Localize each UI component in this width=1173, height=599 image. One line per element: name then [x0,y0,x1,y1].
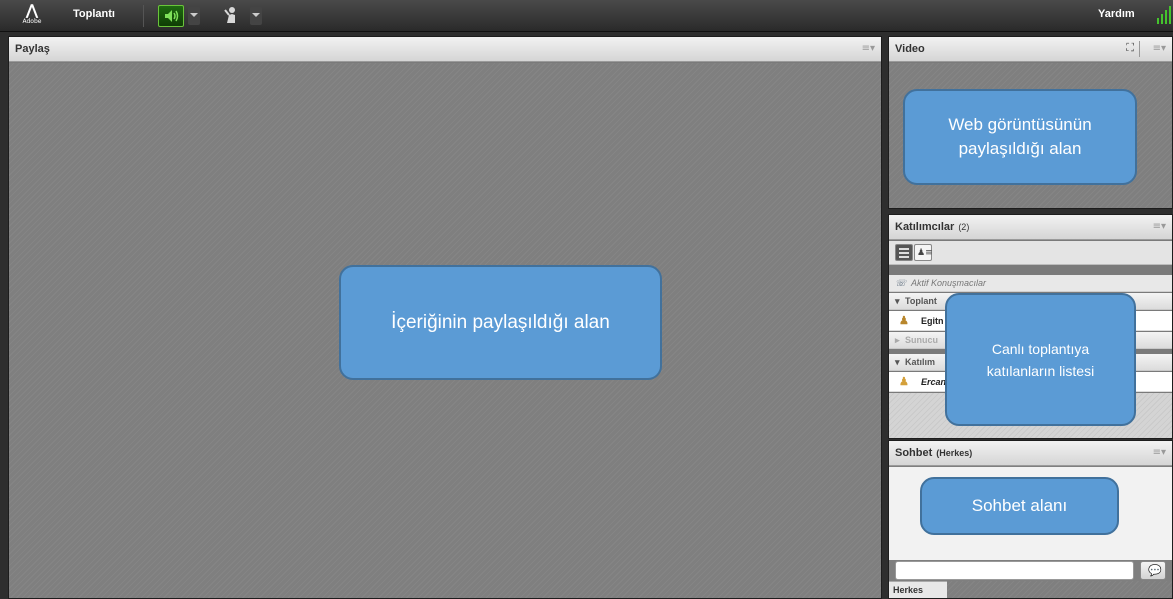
speech-bubble-icon: 💬 [1148,564,1162,577]
chat-pod: Sohbet (Herkes) ≡▾ Sohbet alanı 💬 Herkes [888,440,1173,599]
video-pod-title: Video [895,43,925,55]
status-dropdown-button[interactable] [250,7,262,25]
chat-subtitle: (Herkes) [936,448,973,458]
contact-card-icon: ♟≡ [917,248,933,258]
share-pod-header: Paylaş ≡▾ [9,37,881,62]
triangle-down-icon: ▾ [895,357,900,367]
menu-meeting[interactable]: Toplantı [73,8,115,20]
triangle-down-icon: ▾ [895,296,900,306]
active-speakers-row: ☏ Aktif Konuşmacılar [889,275,1172,292]
speaker-icon [165,10,179,22]
chevron-down-icon [252,13,260,17]
pod-options-icon[interactable]: ≡▾ [862,43,875,54]
pod-options-icon[interactable]: ≡▾ [1153,43,1166,54]
video-area-callout: Web görüntüsünün paylaşıldığı alan [903,89,1137,185]
adobe-logo-icon: ⋀ [25,1,39,19]
video-pod-header: Video ⛶ ≡▾ [889,37,1172,62]
chat-tab-strip [947,581,1172,598]
toolbar-divider [143,5,144,27]
hosts-group-label: Toplant [905,296,937,306]
pod-options-icon[interactable]: ≡▾ [1153,221,1166,232]
user-icon: ♟ [899,315,909,327]
attendees-pod: Katılımcılar (2) ≡▾ ♟≡ ☏ Aktif Konuşmacıl… [888,214,1173,439]
fullscreen-icon[interactable]: ⛶ [1126,41,1134,55]
presenters-group-label: Sunucu [905,335,938,345]
active-speakers-label: Aktif Konuşmacılar [911,278,987,288]
share-pod-title: Paylaş [15,43,50,55]
pod-options-icon[interactable]: ≡▾ [1153,447,1166,458]
share-area-callout: İçeriğinin paylaşıldığı alan [339,265,662,380]
connection-signal-icon [1157,6,1171,24]
video-pod: Video ⛶ ≡▾ Web görüntüsünün paylaşıldığı… [888,36,1173,209]
attendees-title-text: Katılımcılar [895,221,955,233]
attendee-count: (2) [958,222,970,232]
chat-input[interactable] [895,561,1134,580]
participant-user-name: Ercan [921,377,947,387]
list-view-button[interactable] [895,244,913,261]
top-bar: ⋀ Adobe Toplantı Yardım [0,0,1173,32]
header-divider [1139,41,1140,57]
attendees-area-callout: Canlı toplantıya katılanların listesi [945,293,1136,426]
speaker-dropdown-button[interactable] [188,7,200,25]
chat-title-text: Sohbet [895,447,933,459]
phone-icon: ☏ [895,278,907,288]
chat-pod-header: Sohbet (Herkes) ≡▾ [889,441,1172,466]
chat-tab-everyone[interactable]: Herkes [889,581,947,598]
attendees-pod-header: Katılımcılar (2) ≡▾ [889,215,1172,240]
share-pod: Paylaş ≡▾ İçeriğinin paylaşıldığı alan [8,36,882,599]
raise-hand-button[interactable] [220,5,246,27]
chevron-down-icon [190,13,198,17]
host-user-name: Egitn [921,316,944,326]
meeting-room: ⋀ Adobe Toplantı Yardım Paylaş ≡▾ İçeriğ… [0,0,1173,599]
chat-pod-title: Sohbet (Herkes) [895,447,972,459]
participants-group-label: Katılım [905,357,936,367]
contact-view-button[interactable]: ♟≡ [914,244,933,261]
send-message-button[interactable]: 💬 [1140,561,1166,580]
speaker-button[interactable] [158,5,184,27]
triangle-right-icon: ▸ [895,335,900,345]
attendees-toolbar: ♟≡ [889,241,1172,265]
user-icon: ♟ [899,376,909,388]
attendees-pod-title: Katılımcılar (2) [895,221,969,233]
menu-help[interactable]: Yardım [1098,8,1135,20]
chat-area-callout: Sohbet alanı [920,477,1119,535]
adobe-logo-text: Adobe [22,18,42,25]
raise-hand-icon [224,7,235,23]
adobe-logo: ⋀ Adobe [20,3,44,29]
